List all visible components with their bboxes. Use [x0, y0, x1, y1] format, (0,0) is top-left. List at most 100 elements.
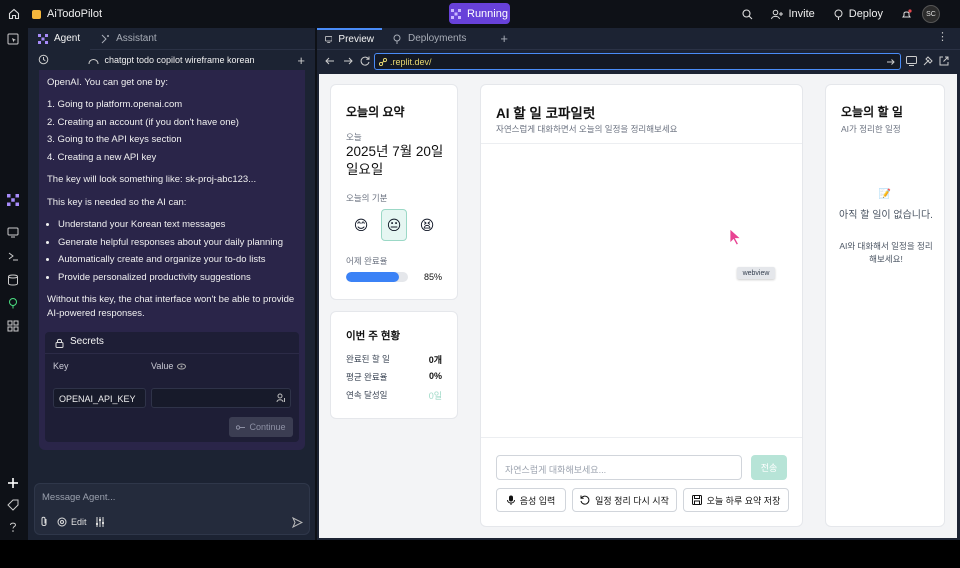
copilot-title: AI 할 일 코파일럿	[496, 106, 596, 121]
webview-tag: webview	[737, 267, 775, 279]
home-icon[interactable]	[0, 0, 28, 28]
tab-preview[interactable]: Preview	[317, 27, 382, 50]
copilot-subtitle: 자연스럽게 대화하면서 오늘의 일정을 정리해보세요	[496, 124, 678, 134]
devices-icon[interactable]	[906, 56, 917, 66]
need-intro: This key is needed so the AI can:	[47, 196, 187, 208]
edit-button[interactable]: Edit	[57, 517, 87, 527]
new-thread-icon[interactable]: +	[297, 53, 305, 68]
generate-icon[interactable]	[276, 393, 286, 403]
replit-workspace: AiTodoPilot Running Invite Deploy SC Age…	[0, 0, 960, 568]
list-item: 1. Going to platform.openai.com	[47, 99, 183, 111]
tab-agent[interactable]: Agent	[28, 27, 91, 50]
help-icon[interactable]	[6, 520, 20, 534]
divider	[481, 143, 802, 144]
database-icon[interactable]	[6, 273, 20, 287]
bottom-strip	[0, 540, 960, 568]
cursor-icon	[729, 228, 742, 246]
list-item: Provide personalized productivity sugges…	[58, 271, 297, 284]
lock-icon	[55, 338, 64, 348]
app-icon	[32, 9, 41, 19]
refresh-icon[interactable]	[360, 56, 370, 66]
key-icon	[236, 424, 246, 430]
mood-happy[interactable]: 😊	[348, 209, 374, 241]
todo-card: 오늘의 할 일 AI가 정리한 일정 📝 아직 할 일이 없습니다. AI와 대…	[825, 84, 945, 527]
search-button[interactable]	[742, 8, 753, 20]
secret-value-field[interactable]	[151, 388, 291, 408]
bell-icon	[902, 8, 912, 17]
restart-icon	[580, 495, 590, 505]
voice-input-button[interactable]: 음성 입력	[496, 488, 566, 512]
url-input[interactable]: .replit.dev/	[374, 53, 901, 70]
empty-message: 아직 할 일이 없습니다.	[839, 210, 933, 221]
preview-icon[interactable]	[6, 225, 20, 239]
preview-tab-icon	[325, 36, 333, 43]
settings-sliders-icon[interactable]	[95, 516, 105, 527]
deploy-rail-icon[interactable]	[6, 296, 20, 310]
send-icon[interactable]	[292, 517, 303, 528]
send-button[interactable]: 전송	[751, 455, 787, 480]
go-icon[interactable]	[887, 58, 895, 66]
save-summary-button[interactable]: 오늘 하루 요약 저장	[683, 488, 789, 512]
empty-hint: AI와 대화해서 일정을 정리해보세요!	[839, 241, 933, 264]
top-right-actions: Invite Deploy SC	[742, 0, 960, 28]
webview-frame: 오늘의 요약 오늘 2025년 7월 20일 일요일 오늘의 기분 😊 😐 😫 …	[319, 74, 957, 538]
summary-card: 오늘의 요약 오늘 2025년 7월 20일 일요일 오늘의 기분 😊 😐 😫 …	[330, 84, 458, 300]
thread-bar: chatgpt todo copilot wireframe korean +	[28, 50, 315, 70]
forward-icon[interactable]	[343, 56, 353, 66]
yesterday-percent: 85%	[424, 272, 443, 282]
secrets-header: Secrets	[45, 332, 299, 354]
external-link-icon[interactable]	[939, 56, 949, 66]
key-header: Key	[53, 361, 69, 371]
list-item: 2. Creating an account (if you don't hav…	[47, 116, 239, 128]
list-item: Automatically create and organize your t…	[58, 253, 297, 266]
devtools-icon[interactable]	[923, 56, 933, 66]
mood-neutral[interactable]: 😐	[381, 209, 407, 241]
tag-icon[interactable]	[6, 498, 20, 512]
today-label: 오늘	[346, 132, 362, 142]
continue-button[interactable]: Continue	[229, 417, 293, 437]
invite-button[interactable]: Invite	[771, 8, 815, 20]
secrets-card: Secrets Key Value OPENAI_API_KEY Continu…	[45, 332, 299, 442]
todo-subtitle: AI가 정리한 일정	[841, 124, 901, 134]
message-intro: OpenAI. You can get one by:	[47, 77, 168, 88]
eye-icon[interactable]	[177, 363, 187, 370]
back-icon[interactable]	[325, 56, 335, 66]
app-name[interactable]: AiTodoPilot	[32, 8, 102, 20]
shell-icon[interactable]	[6, 249, 20, 263]
new-tab-button[interactable]: +	[492, 28, 516, 50]
deploy-button[interactable]: Deploy	[833, 8, 883, 20]
chat-input[interactable]: 자연스럽게 대화해보세요...	[496, 455, 742, 480]
running-status-button[interactable]: Running	[449, 3, 510, 24]
edit-icon	[57, 517, 67, 526]
more-options-icon[interactable]: ⋮	[937, 30, 948, 43]
yesterday-progress-fill	[346, 272, 399, 282]
restart-planning-button[interactable]: 일정 정리 다시 시작	[572, 488, 677, 512]
message-input[interactable]: Message Agent...	[42, 492, 115, 503]
weekly-card: 이번 주 현황 완료된 할 일 0개 평균 완료율 0% 연속 달성일 0일	[330, 311, 458, 419]
yesterday-progress	[346, 272, 408, 282]
steps-list: 1. Going to platform.openai.com 2. Creat…	[47, 98, 297, 164]
search-icon	[742, 8, 753, 19]
agent-panel: Agent Assistant chatgpt todo copilot wir…	[28, 27, 315, 540]
stat-row: 완료된 할 일 0개	[346, 354, 442, 365]
history-icon[interactable]	[38, 54, 49, 65]
attach-icon[interactable]	[40, 516, 49, 527]
tab-assistant[interactable]: Assistant	[90, 28, 167, 50]
value-header: Value	[151, 360, 249, 373]
tab-deployments[interactable]: Deployments	[384, 28, 474, 50]
mood-tired[interactable]: 😫	[414, 209, 440, 241]
weekly-title: 이번 주 현황	[346, 330, 401, 342]
message-composer: Message Agent... Edit	[34, 483, 310, 535]
secret-key-field[interactable]: OPENAI_API_KEY	[53, 388, 146, 408]
apps-icon[interactable]	[6, 319, 20, 333]
agent-grid-icon[interactable]	[6, 193, 20, 207]
list-item: 3. Going to the API keys section	[47, 134, 182, 146]
thread-title[interactable]: chatgpt todo copilot wireframe korean	[104, 55, 254, 65]
url-bar: .replit.dev/ ⋮	[317, 31, 960, 72]
add-icon[interactable]	[6, 476, 20, 490]
deployments-icon	[393, 34, 401, 44]
avatar[interactable]: SC	[922, 5, 940, 23]
notifications-button[interactable]	[901, 8, 912, 20]
message-outro: Without this key, the chat interface won…	[47, 294, 295, 319]
toggle-panel-icon[interactable]	[6, 32, 20, 46]
